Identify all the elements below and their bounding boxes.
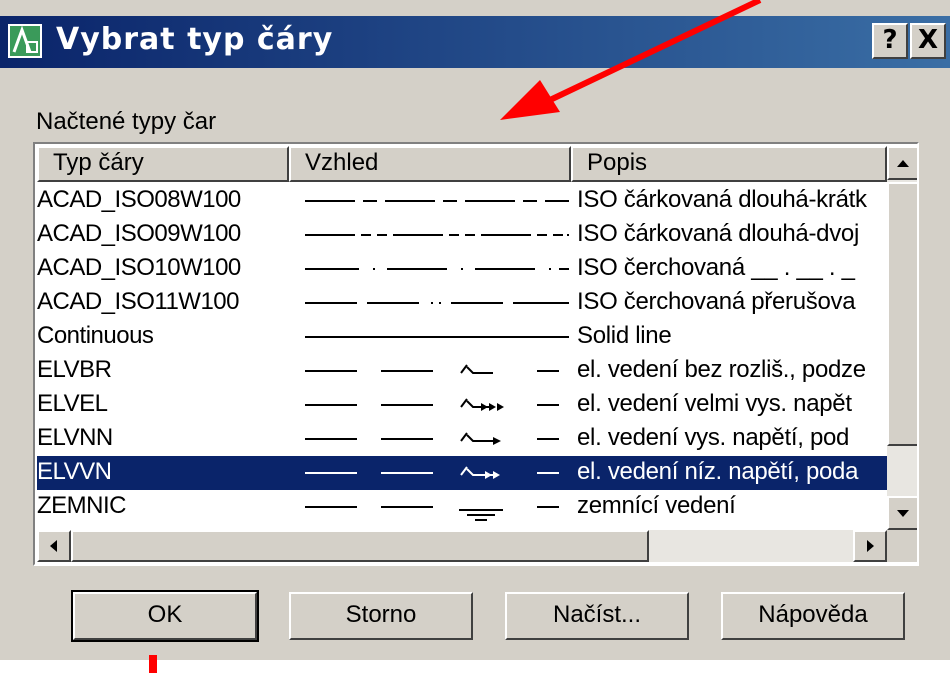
loaded-linetypes-label: Načtené typy čar: [36, 108, 217, 135]
arrow-up-icon: [897, 160, 909, 167]
annotation-mark: [149, 655, 157, 673]
linetype-row[interactable]: Continuous Solid line: [37, 320, 887, 354]
annotation-arrow: [500, 0, 762, 120]
linetype-name: ELVNN: [37, 424, 113, 451]
linetype-description: ISO čárkovaná dlouhá-krátk: [577, 186, 867, 213]
help-button[interactable]: Nápověda: [721, 592, 905, 640]
linetype-description: el. vedení vys. napětí, pod: [577, 424, 850, 451]
linetype-name: ELVBR: [37, 356, 112, 383]
scroll-left-button[interactable]: [37, 530, 71, 562]
linetype-preview: [305, 398, 559, 411]
linetype-row[interactable]: ELVBR el. vedení bez rozliš., podze: [37, 354, 887, 388]
linetype-preview: [305, 336, 569, 338]
linetype-name: Continuous: [37, 322, 154, 349]
linetype-row[interactable]: ACAD_ISO08W100 ISO čárkovaná dlouhá-krátk: [37, 184, 887, 218]
linetype-preview: [305, 506, 559, 521]
horizontal-scroll-thumb[interactable]: [71, 530, 649, 562]
linetype-list[interactable]: Typ čáry Vzhled Popis ACAD_ISO08W100 ISO …: [33, 142, 919, 566]
linetype-preview: [305, 432, 559, 445]
linetype-description: el. vedení níz. napětí, poda: [577, 458, 859, 485]
linetype-row[interactable]: ACAD_ISO11W100 ISO čerchovaná přerušova: [37, 286, 887, 320]
ok-button[interactable]: OK: [71, 590, 259, 642]
linetype-row[interactable]: ACAD_ISO09W100 ISO čárkovaná dlouhá-dvoj: [37, 218, 887, 252]
linetype-name: ACAD_ISO09W100: [37, 220, 241, 247]
linetype-preview: [305, 234, 569, 236]
arrow-right-icon: [867, 540, 874, 552]
close-title-button[interactable]: X: [910, 23, 946, 59]
linetype-description: ISO čerchovaná přerušova: [577, 288, 856, 315]
vertical-scroll-thumb[interactable]: [887, 182, 917, 446]
scroll-up-button[interactable]: [887, 146, 917, 180]
title-bar: Vybrat typ čáry ? X: [0, 16, 950, 68]
linetype-description: zemnící vedení: [577, 492, 736, 519]
vertical-scrollbar[interactable]: [887, 146, 917, 530]
column-header-appearance[interactable]: Vzhled: [289, 146, 571, 182]
dialog-title: Vybrat typ čáry: [56, 22, 334, 57]
linetype-description: Solid line: [577, 322, 672, 349]
linetype-row[interactable]: ELVEL el. vedení velmi vys. napět: [37, 388, 887, 422]
scroll-down-button[interactable]: [887, 496, 917, 530]
linetype-name: ACAD_ISO10W100: [37, 254, 241, 281]
linetype-description: ISO čárkovaná dlouhá-dvoj: [577, 220, 860, 247]
cancel-button[interactable]: Storno: [289, 592, 473, 640]
linetype-name: ZEMNIC: [37, 492, 127, 519]
linetype-preview: [305, 466, 559, 479]
linetype-description: el. vedení bez rozliš., podze: [577, 356, 866, 383]
linetype-description: ISO čerchovaná __ . __ . _: [577, 254, 855, 281]
column-header-description[interactable]: Popis: [571, 146, 887, 182]
linetype-name: ELVEL: [37, 390, 108, 417]
linetype-preview: [305, 268, 569, 270]
linetype-row[interactable]: ACAD_ISO10W100 ISO čerchovaná __ . __ . _: [37, 252, 887, 286]
scroll-right-button[interactable]: [853, 530, 887, 562]
arrow-left-icon: [50, 540, 57, 552]
linetype-preview: [305, 364, 559, 374]
scroll-corner: [887, 530, 917, 562]
linetype-row[interactable]: ELVNN el. vedení vys. napětí, pod: [37, 422, 887, 456]
select-linetype-dialog: Vybrat typ čáry ? X Načtené typy čar Typ…: [0, 0, 950, 660]
linetype-row[interactable]: ELVVN el. vedení níz. napětí, poda: [37, 456, 887, 490]
help-title-button[interactable]: ?: [872, 23, 908, 59]
horizontal-scrollbar[interactable]: [37, 530, 887, 562]
linetype-name: ACAD_ISO08W100: [37, 186, 241, 213]
arrow-down-icon: [897, 510, 909, 517]
load-button[interactable]: Načíst...: [505, 592, 689, 640]
column-header-linetype[interactable]: Typ čáry: [37, 146, 289, 182]
linetype-preview: [305, 302, 569, 304]
linetype-name: ACAD_ISO11W100: [37, 288, 239, 315]
autocad-app-icon: [8, 24, 42, 58]
linetype-row[interactable]: ZEMNIC zemnící vedení: [37, 490, 887, 524]
linetype-preview: [305, 200, 569, 202]
linetype-description: el. vedení velmi vys. napět: [577, 390, 852, 417]
linetype-name: ELVVN: [37, 458, 112, 485]
